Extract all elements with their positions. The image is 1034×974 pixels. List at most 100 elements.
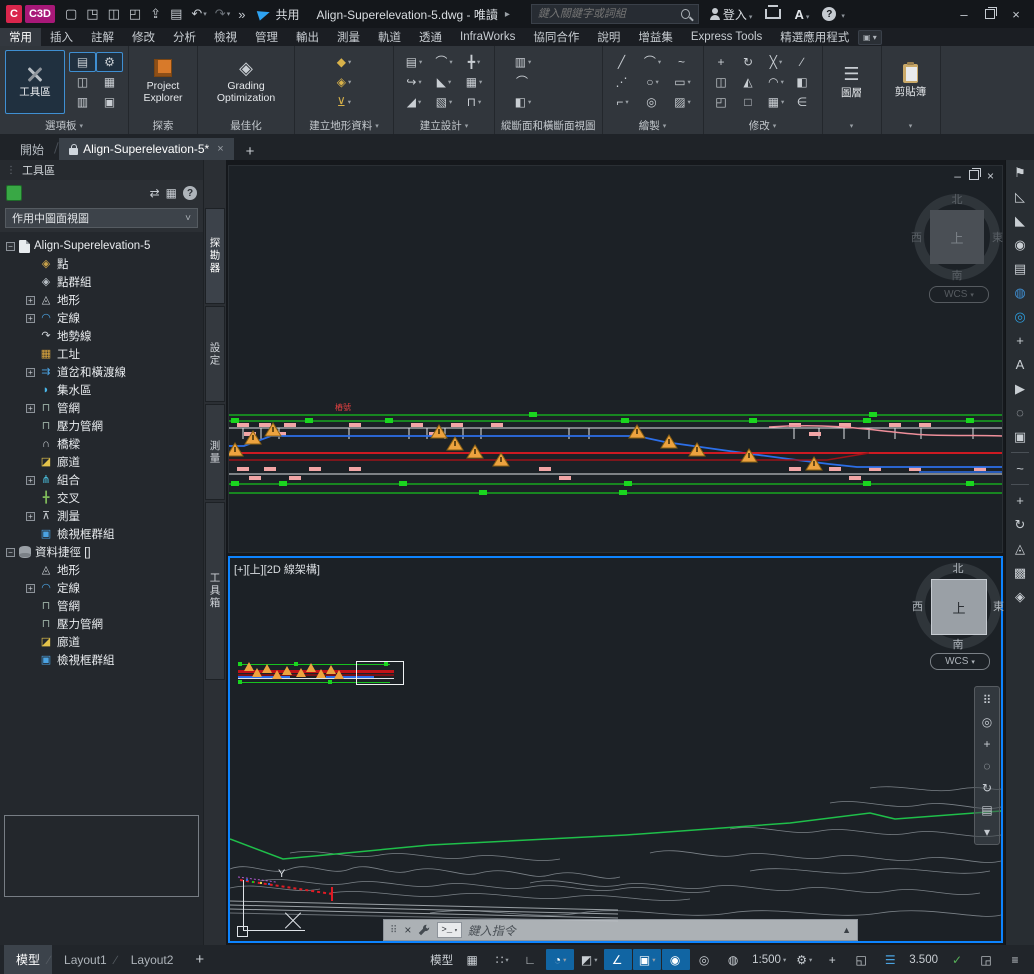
tab-layout2[interactable]: Layout2 [119, 945, 186, 974]
annotation-visibility-icon[interactable]: ◉ [662, 949, 690, 970]
object-snap-icon[interactable]: ▣ ▾ [633, 949, 661, 970]
geolocation-globe-icon[interactable]: ◍ [1014, 284, 1025, 301]
viewport-top[interactable]: – × 上 北 南 西 東 WCS 樁號 [228, 165, 1003, 553]
file-tab-close-icon[interactable]: × [217, 143, 223, 155]
design-tool-button[interactable]: ◢▾ [399, 92, 429, 112]
tree-item-points[interactable]: ◈ 點 [0, 255, 203, 273]
project-explorer-button[interactable]: Project Explorer [134, 51, 192, 113]
draw-tool-button[interactable]: ⋰ [608, 72, 638, 92]
toolspace-tab-prospector[interactable]: 探勘器 [205, 208, 225, 304]
doc-restore-icon[interactable] [969, 169, 979, 183]
tree-item-catchments[interactable]: ◗ 集水區 [0, 381, 203, 399]
tree-item-intersections[interactable]: ╋ 交叉 [0, 489, 203, 507]
tree-toggle-icon[interactable]: + [26, 296, 35, 305]
doc-minimize-icon[interactable]: – [954, 169, 961, 183]
tree-item-corridors[interactable]: ◪ 廊道 [0, 453, 203, 471]
panel-label-layers[interactable]: ▾ [823, 117, 881, 134]
tree-toggle-icon[interactable]: + [26, 314, 35, 323]
ribbon-tab[interactable]: 修改 [123, 28, 164, 46]
model-space-button[interactable]: 模型 [427, 949, 458, 970]
modify-tool-button[interactable]: ◭ [736, 72, 763, 92]
new-drawing-tab-button[interactable]: + [242, 143, 259, 160]
profile-tool-icon[interactable]: ~ [1016, 460, 1024, 477]
crosshair-toggle-icon[interactable]: + [819, 949, 847, 970]
triangle-solid-icon[interactable]: ◣ [1015, 212, 1025, 229]
customization-menu-icon[interactable]: ≡ [1002, 949, 1030, 970]
tree-item-sites[interactable]: ▦ 工址 [0, 345, 203, 363]
tree-item-survey[interactable]: + ⊼ 測量 [0, 507, 203, 525]
modify-tool-button[interactable]: □ [736, 92, 763, 112]
panel-label-ground-data[interactable]: 建立地形資料▾ [295, 117, 393, 134]
online-map-icon[interactable]: ◎ [1014, 308, 1025, 325]
toolspace-titlebar[interactable]: ⋮ 工具區 [0, 160, 203, 180]
tree-toggle-icon[interactable]: + [26, 476, 35, 485]
drag-grip-icon[interactable]: ⋮ [6, 165, 17, 176]
tree-item-ds-alignments[interactable]: + ◠ 定線 [0, 579, 203, 597]
tree-toggle-icon[interactable]: − [6, 242, 15, 251]
eye-tool-icon[interactable]: ◉ [1014, 236, 1025, 253]
draw-tool-button[interactable]: ◎ [638, 92, 668, 112]
modify-tool-button[interactable]: ▦▾ [763, 92, 790, 112]
new-layout-button[interactable]: + [185, 951, 214, 968]
ribbon-tab[interactable]: 檢視 [205, 28, 246, 46]
layer-stack-icon[interactable]: ☰ [877, 949, 905, 970]
ribbon-display-toggle[interactable]: ▣ ▾ [858, 30, 882, 45]
share-icon[interactable] [257, 7, 272, 20]
ground-data-tool-button[interactable]: ⊻▾ [300, 92, 388, 112]
tree-item-ds-view-frame-groups[interactable]: ▣ 檢視框群組 [0, 651, 203, 669]
showmotion-icon[interactable]: ▤ [975, 800, 999, 819]
toolspace-button[interactable]: 工具區 [5, 50, 65, 114]
draw-tool-button[interactable]: ╱ [608, 52, 638, 72]
qat-more-icon[interactable]: » [235, 6, 249, 23]
command-input[interactable]: 鍵入指令 [468, 922, 516, 939]
tree-item-drawing-root[interactable]: − Align-Superelevation-5 [0, 237, 203, 255]
panel-label-palettes[interactable]: 選項板▾ [0, 117, 128, 134]
modify-tool-button[interactable]: ╳▾ [763, 52, 790, 72]
modify-tool-button[interactable]: ◰ [709, 92, 736, 112]
toolspace-dock-icon[interactable]: ⇄ [150, 186, 160, 200]
layers-button[interactable]: ☰ 圖層 [828, 51, 876, 113]
steering-wheel-icon[interactable]: ◎ [975, 712, 999, 731]
tree-item-ds-corridors[interactable]: ◪ 廊道 [0, 633, 203, 651]
tree-item-pressure-networks[interactable]: ⊓ 壓力管網 [0, 417, 203, 435]
maximize-button[interactable] [978, 4, 1002, 24]
palette-tool-button[interactable]: ▥ [69, 92, 96, 112]
tree-item-surfaces[interactable]: + ◬ 地形 [0, 291, 203, 309]
file-tab-start[interactable]: 開始 [10, 138, 54, 160]
tree-item-view-frame-groups[interactable]: ▣ 檢視框群組 [0, 525, 203, 543]
pan-tool-icon[interactable]: + [1016, 492, 1024, 509]
tree-toggle-icon[interactable]: + [26, 584, 35, 593]
close-button[interactable]: × [1004, 4, 1028, 24]
grading-optimization-button[interactable]: ◈ Grading Optimization [203, 51, 289, 113]
tree-toggle-icon[interactable]: + [26, 404, 35, 413]
polar-tracking-icon[interactable]: ◔ ▾ [546, 949, 574, 970]
viewport-controls-label[interactable]: [+][上][2D 線架構] [234, 561, 320, 577]
toolspace-tab-survey[interactable]: 測量 [205, 404, 225, 500]
surface-tool-icon[interactable]: ◬ [1015, 540, 1025, 557]
point-zoom-icon[interactable]: ◌ [1016, 404, 1024, 421]
tree-item-bridges[interactable]: ∩ 橋樑 [0, 435, 203, 453]
isolate-objects-icon[interactable]: ◱ [848, 949, 876, 970]
hatch-tool-icon[interactable]: ▩ [1014, 564, 1026, 581]
doc-close-icon[interactable]: × [987, 169, 994, 183]
tree-item-data-shortcuts[interactable]: − 資料捷徑 [] [0, 543, 203, 561]
palette-tool-button[interactable]: ▤ [69, 52, 96, 72]
draw-tool-button[interactable]: ▨▾ [668, 92, 698, 112]
zoom-icon[interactable]: ◌ [975, 756, 999, 775]
ribbon-tab[interactable]: 說明 [588, 28, 629, 46]
minimize-button[interactable]: – [952, 4, 976, 24]
file-tab-document[interactable]: Align-Superelevation-5* × [59, 138, 234, 160]
design-tool-button[interactable]: ↪▾ [399, 72, 429, 92]
ribbon-tab[interactable]: 註解 [82, 28, 123, 46]
modify-tool-button[interactable]: ◠▾ [763, 72, 790, 92]
design-tool-button[interactable]: ⌒▾ [429, 52, 459, 72]
title-flyout-icon[interactable]: ▸ [505, 9, 510, 20]
design-tool-button[interactable]: ⊓▾ [459, 92, 489, 112]
point-label-icon[interactable]: A [1016, 356, 1025, 373]
snap-mode-icon[interactable]: ∷ ▾ [488, 949, 516, 970]
modify-tool-button[interactable]: ◧ [790, 72, 817, 92]
draw-tool-button[interactable]: ⌒▾ [638, 52, 668, 72]
save-as-icon[interactable]: ◰ [126, 5, 145, 23]
panel-label-create-design[interactable]: 建立設計▾ [394, 117, 494, 134]
design-tool-button[interactable]: ▧▾ [429, 92, 459, 112]
